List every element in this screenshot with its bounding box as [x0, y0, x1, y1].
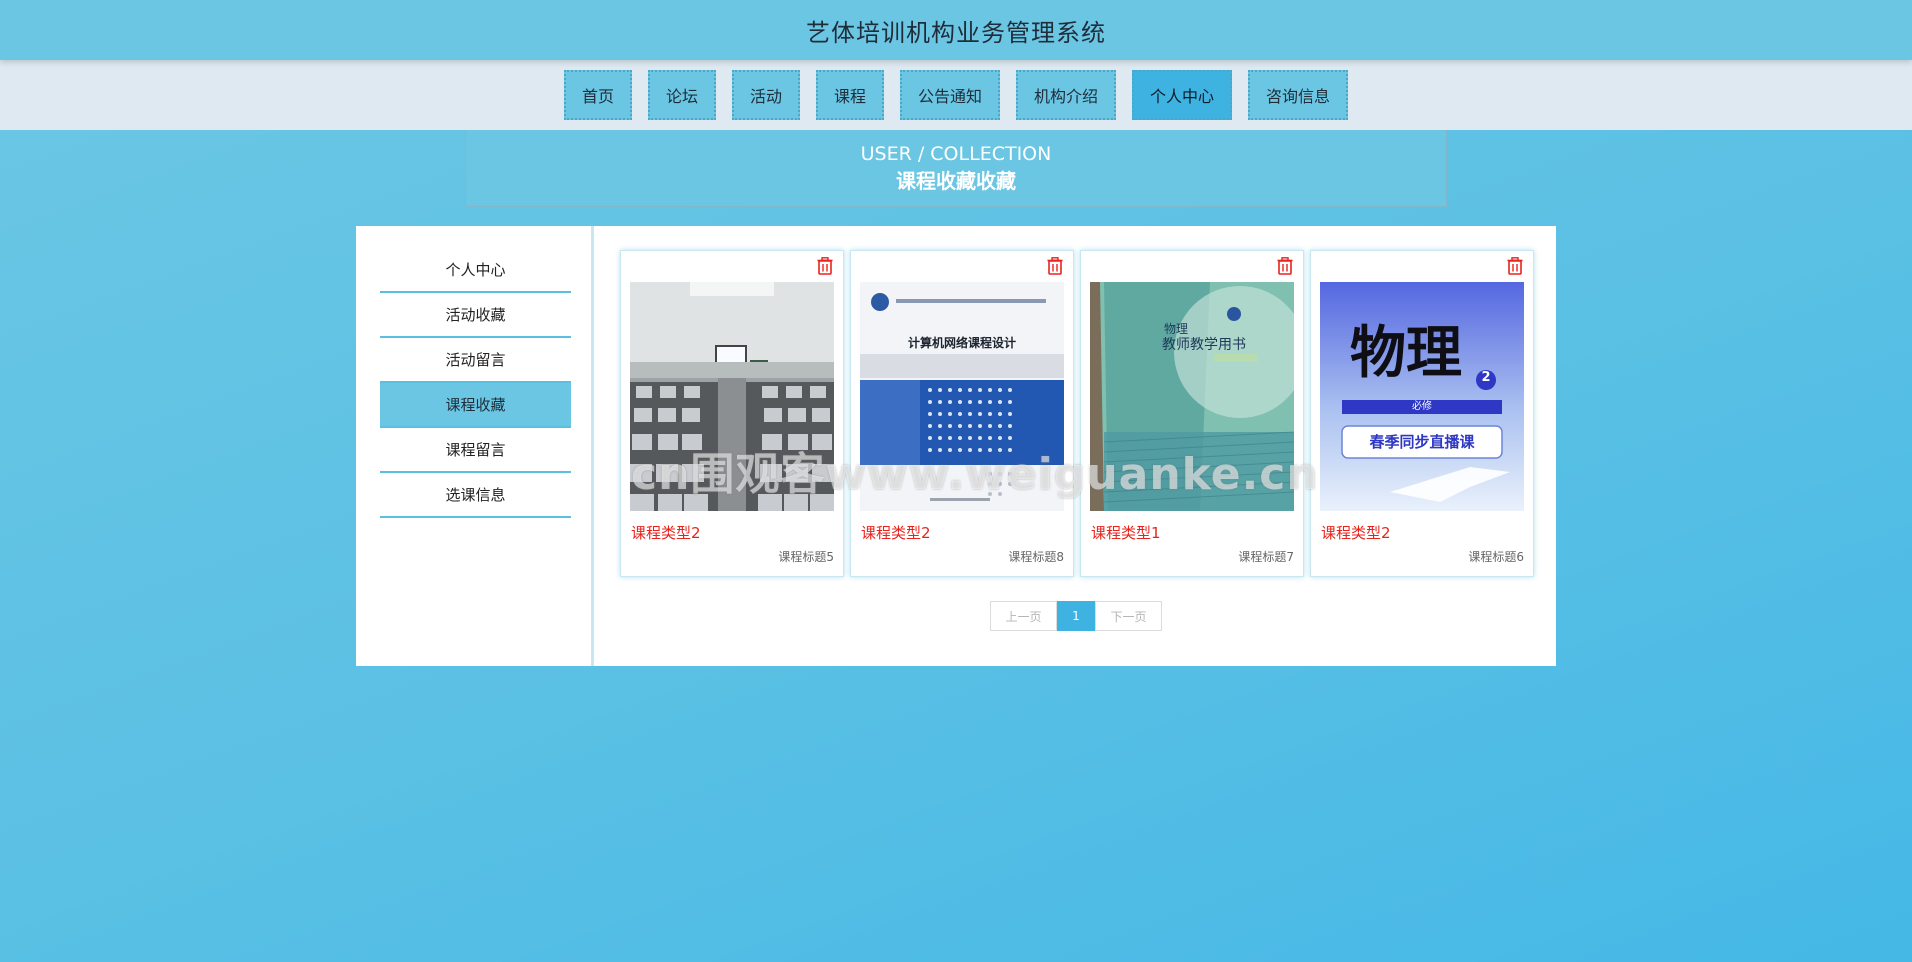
app-title: 艺体培训机构业务管理系统 [806, 18, 1106, 47]
next-page-button[interactable]: 下一页 [1095, 601, 1162, 631]
nav-item-notice[interactable]: 公告通知 [900, 70, 1001, 120]
sidebar-item-user-center[interactable]: 个人中心 [380, 248, 571, 293]
collection-card[interactable]: 物理 教师教学用书 课程类型1 课程标题7 [1080, 250, 1304, 577]
book-cover-badge: 2 [1481, 370, 1491, 385]
collection-grid: 课程类型2 课程标题5 计算机网络课程设计 课程类型2 课程标题8 物理 教师教… [620, 250, 1534, 577]
course-title[interactable]: 课程标题8 [1008, 548, 1064, 565]
breadcrumb-en: USER / COLLECTION [860, 143, 1052, 165]
breadcrumb: USER / COLLECTION 课程收藏收藏 [465, 130, 1447, 207]
sidebar-item-activity-message[interactable]: 活动留言 [380, 338, 571, 383]
sidebar-item-course-selection[interactable]: 选课信息 [380, 473, 571, 518]
sidebar-item-course-collection[interactable]: 课程收藏 [380, 383, 571, 428]
collection-card[interactable]: 课程类型2 课程标题5 [620, 250, 844, 577]
course-title[interactable]: 课程标题5 [778, 548, 834, 565]
trash-icon[interactable] [1277, 257, 1293, 275]
book-cover-pill: 春季同步直播课 [1369, 433, 1475, 451]
collection-card[interactable]: 物理 2 必修 春季同步直播课 课程类型2 课程标题6 [1310, 250, 1534, 577]
course-type: 课程类型2 [1321, 524, 1391, 542]
course-type: 课程类型2 [631, 524, 701, 542]
course-image[interactable] [630, 282, 834, 511]
sidebar-item-course-message[interactable]: 课程留言 [380, 428, 571, 473]
nav-item-forum[interactable]: 论坛 [647, 70, 716, 120]
nav-item-consult[interactable]: 咨询信息 [1248, 70, 1349, 120]
course-type: 课程类型1 [1091, 524, 1161, 542]
prev-page-button[interactable]: 上一页 [990, 601, 1057, 631]
course-title[interactable]: 课程标题6 [1468, 548, 1524, 565]
book-cover-subject: 物理 [1350, 320, 1462, 386]
nav-item-course[interactable]: 课程 [815, 70, 884, 120]
course-image[interactable]: 计算机网络课程设计 [860, 282, 1064, 511]
course-title[interactable]: 课程标题7 [1238, 548, 1294, 565]
content-panel: 个人中心 活动收藏 活动留言 课程收藏 课程留言 选课信息 课程类型2 课程标题… [356, 226, 1556, 666]
current-page-button[interactable]: 1 [1057, 601, 1095, 631]
top-header: 艺体培训机构业务管理系统 [0, 0, 1912, 60]
sidebar-item-activity-collection[interactable]: 活动收藏 [380, 293, 571, 338]
trash-icon[interactable] [1047, 257, 1063, 275]
course-image[interactable]: 物理 2 必修 春季同步直播课 [1320, 282, 1524, 511]
nav-item-home[interactable]: 首页 [563, 70, 632, 120]
book-cover-title: 计算机网络课程设计 [907, 336, 1016, 350]
main-nav: 首页 论坛 活动 课程 公告通知 机构介绍 个人中心 咨询信息 [0, 60, 1912, 130]
sidebar: 个人中心 活动收藏 活动留言 课程收藏 课程留言 选课信息 [356, 226, 594, 666]
pagination: 上一页 1 下一页 [990, 601, 1162, 631]
book-cover-band: 必修 [1412, 401, 1432, 412]
course-type: 课程类型2 [861, 524, 931, 542]
course-image[interactable]: 物理 教师教学用书 [1090, 282, 1294, 511]
book-cover-title: 教师教学用书 [1162, 337, 1246, 353]
nav-item-activity[interactable]: 活动 [731, 70, 800, 120]
trash-icon[interactable] [817, 257, 833, 275]
nav-item-about[interactable]: 机构介绍 [1016, 70, 1117, 120]
nav-item-user-center[interactable]: 个人中心 [1132, 70, 1233, 120]
collection-card[interactable]: 计算机网络课程设计 课程类型2 课程标题8 [850, 250, 1074, 577]
page-title: 课程收藏收藏 [896, 169, 1016, 193]
trash-icon[interactable] [1507, 257, 1523, 275]
